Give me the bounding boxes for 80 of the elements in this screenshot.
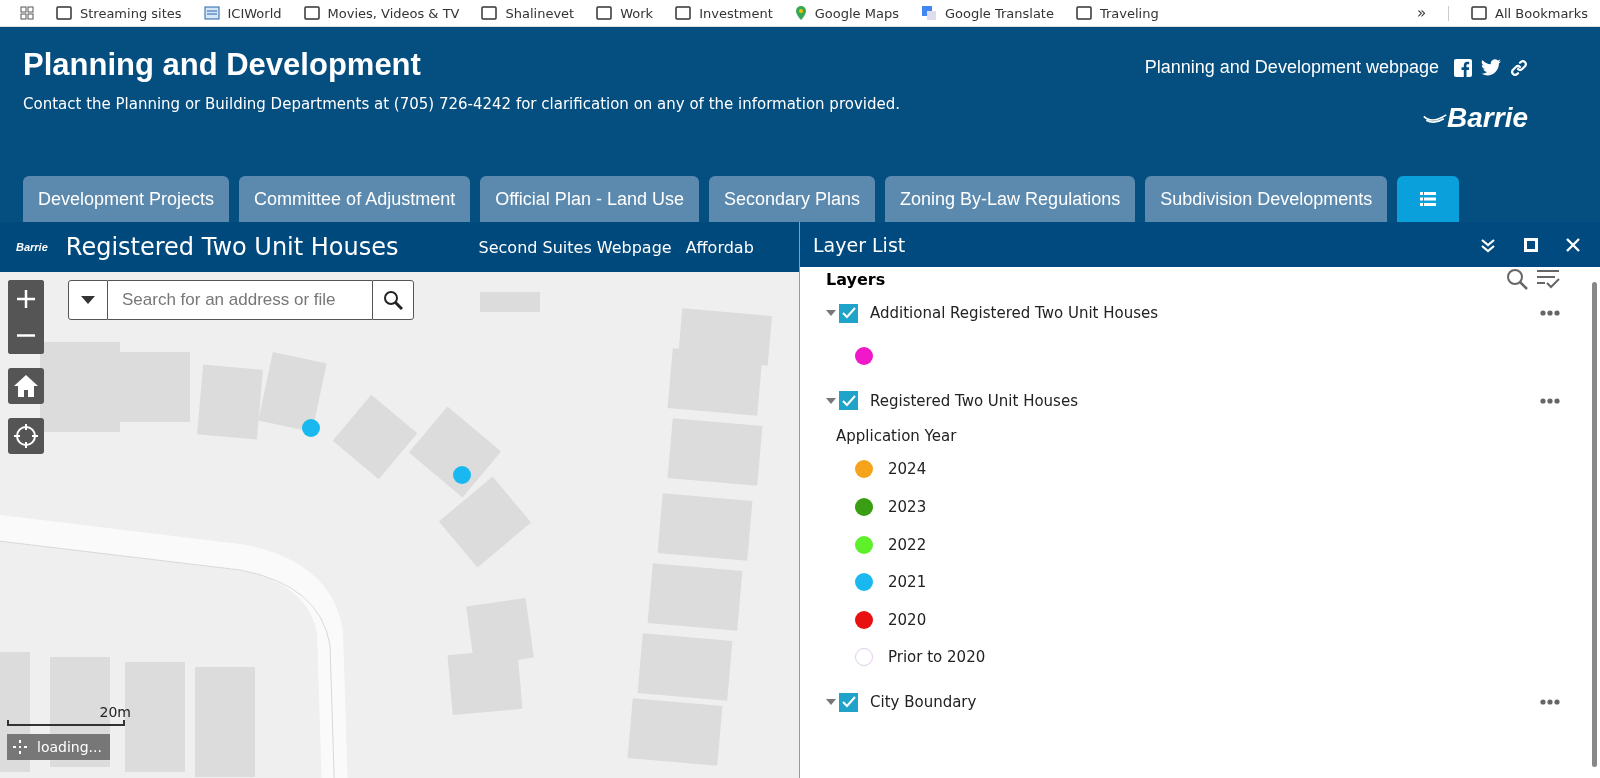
twitter-icon[interactable] — [1481, 59, 1501, 76]
caret-icon — [81, 296, 95, 304]
search-field[interactable]: Search for an address or file — [108, 280, 372, 320]
facebook-icon[interactable] — [1454, 58, 1472, 77]
panel-title: Layer List — [813, 233, 906, 256]
legend-label: 2020 — [888, 610, 927, 629]
city-logo: Barrie — [1423, 102, 1528, 134]
locate-button[interactable] — [8, 418, 44, 454]
folder-icon — [56, 6, 72, 20]
search-icon[interactable] — [1506, 268, 1528, 290]
legend-label: 2024 — [888, 460, 927, 479]
layer-name: Registered Two Unit Houses — [870, 391, 1078, 410]
contact-text: Contact the Planning or Building Departments at (705) 726-4242 for clarification on any of the information provided. — [23, 95, 900, 113]
map-pin-icon — [794, 5, 807, 21]
bookmark-link[interactable]: All Bookmarks — [1448, 5, 1588, 21]
more-options-icon[interactable] — [1540, 699, 1560, 706]
page-icon — [203, 6, 220, 20]
layer-name: Additional Registered Two Unit Houses — [870, 304, 1159, 322]
list-tab[interactable] — [1397, 176, 1460, 222]
nav-tab[interactable]: Secondary Plans — [708, 176, 876, 222]
header-link[interactable]: Second Suites Webpage — [478, 237, 672, 257]
expand-caret-icon[interactable] — [826, 397, 836, 404]
nav-tab[interactable]: Official Plan - Land Use — [480, 176, 699, 222]
expand-caret-icon[interactable] — [826, 699, 836, 706]
bookmark-link[interactable]: ICIWorld — [203, 5, 282, 21]
apps-grid-icon[interactable] — [20, 6, 34, 20]
folder-icon — [596, 6, 613, 20]
layers-heading: Layers — [826, 269, 886, 289]
legend-title: Application Year — [836, 426, 958, 445]
collapse-button[interactable] — [1480, 236, 1496, 253]
filter-list-icon[interactable] — [1536, 268, 1560, 290]
folder-icon — [675, 6, 692, 20]
home-button[interactable] — [8, 368, 44, 404]
search-button[interactable] — [372, 280, 414, 320]
header-link[interactable]: Affordab — [685, 237, 754, 257]
nav-tab[interactable]: Committee of Adjustment — [239, 176, 471, 222]
more-options-icon[interactable] — [1540, 397, 1560, 404]
scrollbar[interactable] — [1592, 282, 1597, 767]
maximize-button[interactable] — [1524, 236, 1538, 253]
layer-checkbox[interactable] — [839, 303, 858, 323]
bookmark-link[interactable]: Google Maps — [794, 5, 899, 21]
bookmark-link[interactable]: Google Translate — [920, 5, 1054, 21]
expand-caret-icon[interactable] — [826, 310, 836, 316]
bookmark-link[interactable]: Shalinevet — [481, 5, 575, 21]
more-bookmarks-button[interactable]: » — [1416, 4, 1427, 22]
nav-tab[interactable]: Zoning By-Law Regulations — [885, 176, 1136, 222]
webpage-link[interactable]: Planning and Development webpage — [1144, 57, 1439, 78]
legend-label: 2023 — [888, 498, 927, 516]
translate-icon — [920, 5, 937, 21]
layer-name: City Boundary — [870, 693, 977, 712]
nav-tab[interactable]: Development Projects — [23, 176, 230, 222]
bookmark-link[interactable]: Streaming sites — [56, 5, 182, 21]
bookmark-link[interactable]: Traveling — [1075, 5, 1159, 21]
city-logo: Barrie — [16, 241, 48, 253]
search-source-dropdown[interactable] — [68, 280, 108, 320]
app-title: Registered Two Unit Houses — [65, 233, 399, 261]
close-button[interactable] — [1566, 236, 1580, 253]
link-icon[interactable] — [1510, 58, 1528, 77]
bookmark-link[interactable]: Investment — [675, 5, 773, 21]
folder-icon — [303, 6, 320, 20]
crosshair-icon — [13, 740, 27, 754]
legend-label: Prior to 2020 — [888, 648, 986, 667]
list-icon — [1420, 192, 1437, 206]
folder-icon — [1075, 6, 1092, 20]
layer-checkbox[interactable] — [839, 391, 858, 411]
nav-tab[interactable]: Subdivision Developments — [1145, 176, 1388, 222]
page-title: Planning and Development — [23, 47, 422, 83]
more-options-icon[interactable] — [1540, 310, 1560, 316]
legend-label: 2021 — [888, 573, 927, 592]
loading-text: loading... — [37, 739, 102, 755]
bookmark-link[interactable]: Work — [596, 5, 654, 21]
folder-icon — [481, 6, 498, 20]
plus-icon — [15, 287, 37, 310]
minus-icon — [17, 334, 35, 337]
layer-checkbox[interactable] — [839, 692, 858, 712]
bookmark-link[interactable]: Movies, Videos & TV — [303, 5, 460, 21]
search-icon — [383, 290, 403, 310]
legend-label: 2022 — [888, 535, 927, 554]
scale-label: 20m — [99, 704, 131, 720]
folder-icon — [1471, 6, 1488, 20]
